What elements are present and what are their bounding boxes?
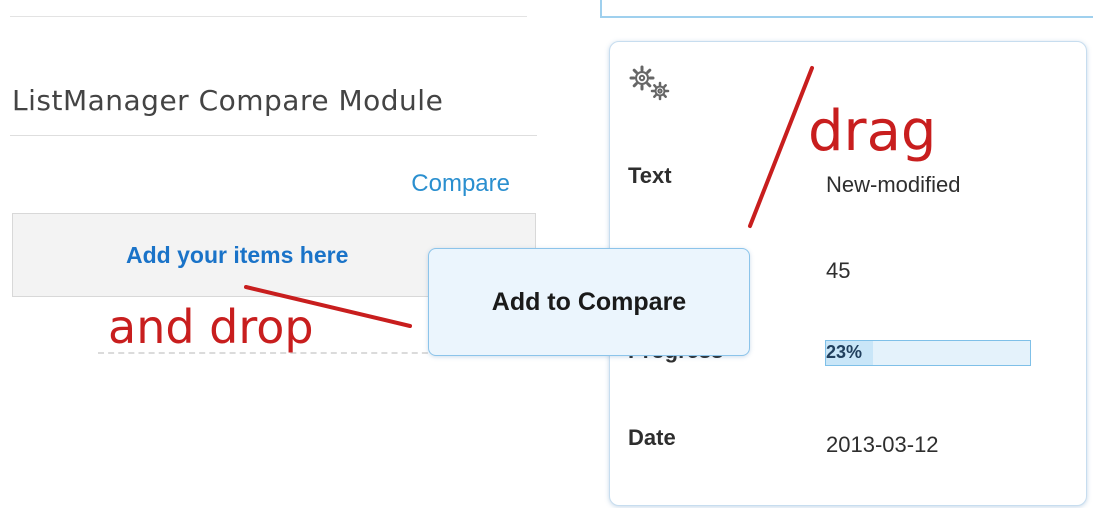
date-value: 2013-03-12 (826, 432, 939, 457)
gears-icon[interactable] (626, 62, 680, 102)
module-title: ListManager Compare Module (12, 84, 444, 117)
text-value: New-modified (826, 172, 961, 197)
compare-link[interactable]: Compare (380, 170, 510, 198)
progress-value: 23% (826, 342, 863, 362)
top-strip (600, 0, 1093, 18)
drag-helper-tooltip[interactable]: Add to Compare (428, 248, 750, 356)
number-value: 45 (826, 258, 851, 283)
title-divider (10, 135, 537, 136)
date-label: Date (628, 425, 676, 450)
annotation-drag: drag (808, 99, 937, 164)
annotation-drop: and drop (108, 300, 314, 354)
text-label: Text (628, 163, 672, 188)
drop-zone-label: Add your items here (126, 242, 349, 268)
drag-helper-label: Add to Compare (491, 287, 687, 316)
top-divider (10, 16, 527, 17)
